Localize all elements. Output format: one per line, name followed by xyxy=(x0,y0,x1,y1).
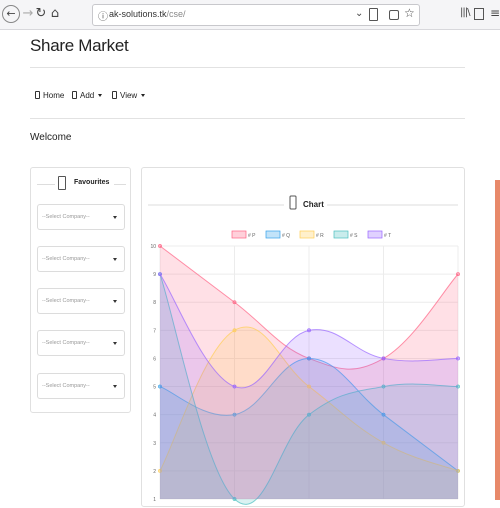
legend-swatch xyxy=(265,230,281,239)
chevron-down-icon xyxy=(113,342,117,345)
add-doc-icon xyxy=(72,91,77,99)
chart-panel: Chart 1 2 3 4 5 6 7 8 9 10 # P # Q # R # S # T xyxy=(141,167,465,507)
url-bar[interactable]: ⓘ ak-solutions.tk/cse/ ⌄ ☆ xyxy=(92,4,420,26)
welcome-heading: Welcome xyxy=(30,132,72,143)
data-point[interactable] xyxy=(307,328,311,333)
y-tick-label: 3 xyxy=(153,441,156,447)
y-tick-label: 8 xyxy=(153,300,156,306)
chevron-down-icon xyxy=(113,385,117,388)
favourites-header: Favourites xyxy=(31,176,130,192)
legend-swatch xyxy=(299,230,315,239)
select-placeholder: --Select Company-- xyxy=(42,256,90,262)
favourites-panel: Favourites --Select Company-- --Select C… xyxy=(30,167,131,413)
data-point[interactable] xyxy=(158,272,162,277)
legend-item[interactable]: # R xyxy=(299,230,324,239)
legend-item[interactable]: # Q xyxy=(265,230,290,239)
document-icon xyxy=(58,176,66,190)
legend-label: # Q xyxy=(282,233,290,239)
home-icon[interactable]: ⌂ xyxy=(47,6,63,22)
company-select-2[interactable]: --Select Company-- xyxy=(37,246,125,272)
nav-add-dropdown[interactable]: Add xyxy=(72,88,103,102)
chart-title: Chart xyxy=(303,200,324,209)
y-tick-label: 10 xyxy=(150,244,156,250)
data-point[interactable] xyxy=(381,356,386,361)
url-text[interactable]: ak-solutions.tk/cse/ xyxy=(109,9,186,19)
library-icon[interactable]: |||\ xyxy=(460,7,471,18)
reader-icon[interactable] xyxy=(369,8,378,21)
data-point[interactable] xyxy=(456,356,460,361)
chevron-down-icon xyxy=(113,216,117,219)
legend-item[interactable]: # T xyxy=(367,230,391,239)
legend-label: # S xyxy=(350,233,358,239)
legend-swatch xyxy=(367,230,383,239)
legend-item[interactable]: # S xyxy=(333,230,358,239)
y-tick-label: 1 xyxy=(153,497,156,503)
y-tick-label: 2 xyxy=(153,469,156,475)
company-select-5[interactable]: --Select Company-- xyxy=(37,373,125,399)
data-point[interactable] xyxy=(232,300,237,305)
chart-legend: # P # Q # R # S # T xyxy=(231,230,391,239)
header-rule xyxy=(37,184,55,185)
view-doc-icon xyxy=(112,91,117,99)
nav-home-link[interactable]: Home xyxy=(35,88,64,102)
data-point[interactable] xyxy=(232,384,237,389)
chevron-down-icon xyxy=(113,258,117,261)
select-placeholder: --Select Company-- xyxy=(42,214,90,220)
legend-label: # R xyxy=(316,233,324,239)
legend-label: # P xyxy=(248,233,256,239)
pocket-icon[interactable] xyxy=(389,10,399,20)
divider xyxy=(30,118,465,119)
y-tick-label: 6 xyxy=(153,356,156,362)
legend-swatch xyxy=(333,230,349,239)
divider xyxy=(30,67,465,68)
y-tick-label: 7 xyxy=(153,328,156,334)
sidebar-icon[interactable] xyxy=(474,8,484,20)
company-select-1[interactable]: --Select Company-- xyxy=(37,204,125,230)
y-tick-label: 4 xyxy=(153,413,156,419)
menu-icon[interactable]: ≡ xyxy=(490,6,500,20)
nav-view-dropdown[interactable]: View xyxy=(112,88,146,102)
company-select-3[interactable]: --Select Company-- xyxy=(37,288,125,314)
page-title: Share Market xyxy=(30,36,129,55)
chart: Chart 1 2 3 4 5 6 7 8 9 10 # P # Q # R # S # T xyxy=(148,195,460,505)
dropdown-icon[interactable]: ⌄ xyxy=(355,8,363,19)
favourites-title: Favourites xyxy=(74,179,110,186)
data-point[interactable] xyxy=(456,272,460,277)
legend-item[interactable]: # P xyxy=(231,230,256,239)
browser-toolbar: ← → ↻ ⌂ ⓘ ak-solutions.tk/cse/ ⌄ ☆ |||\ … xyxy=(0,0,500,30)
home-doc-icon xyxy=(35,91,40,99)
select-placeholder: --Select Company-- xyxy=(42,340,90,346)
select-placeholder: --Select Company-- xyxy=(42,298,90,304)
url-host: ak-solutions.tk xyxy=(109,9,167,19)
chevron-down-icon xyxy=(98,93,103,97)
chevron-down-icon xyxy=(113,300,117,303)
y-tick-label: 9 xyxy=(153,272,156,278)
header-rule xyxy=(114,184,126,185)
chevron-down-icon xyxy=(141,93,146,97)
data-point[interactable] xyxy=(232,328,237,333)
back-icon[interactable]: ← xyxy=(2,5,20,23)
star-icon[interactable]: ☆ xyxy=(404,6,415,20)
company-select-4[interactable]: --Select Company-- xyxy=(37,330,125,356)
legend-label: # T xyxy=(384,233,391,239)
nav-view-label: View xyxy=(120,90,138,100)
document-icon xyxy=(289,195,297,210)
nav-home-label: Home xyxy=(43,90,65,100)
select-placeholder: --Select Company-- xyxy=(42,383,90,389)
legend-swatch xyxy=(231,230,247,239)
y-tick-label: 5 xyxy=(153,385,156,391)
data-point[interactable] xyxy=(158,244,162,248)
nav-add-label: Add xyxy=(80,90,95,100)
accent-strip xyxy=(495,180,500,500)
url-path: /cse/ xyxy=(166,9,186,19)
